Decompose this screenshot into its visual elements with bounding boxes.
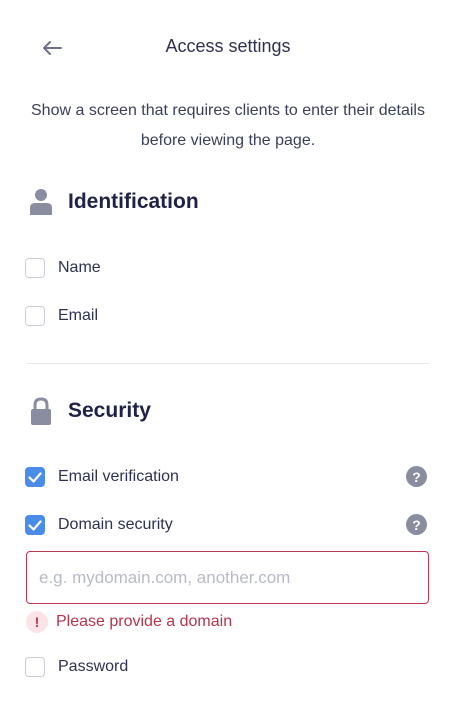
checkmark-icon — [28, 519, 42, 531]
question-circle-icon[interactable]: ? — [406, 514, 427, 535]
email-verification-label: Email verification — [58, 468, 179, 485]
security-title: Security — [68, 399, 151, 422]
description-text: Show a screen that requires clients to e… — [31, 102, 425, 149]
email-label: Email — [58, 307, 99, 324]
domain-security-option[interactable]: Domain security — [25, 512, 173, 538]
email-option[interactable]: Email — [25, 303, 98, 329]
identification-header: Identification — [28, 186, 199, 218]
error-message: Please provide a domain — [56, 613, 233, 630]
identification-title: Identification — [68, 190, 199, 213]
domain-security-label: Domain security — [58, 516, 173, 533]
security-header: Security — [28, 395, 151, 427]
name-checkbox[interactable] — [25, 258, 45, 278]
exclamation-icon: ! — [26, 611, 48, 633]
name-label: Name — [58, 259, 101, 276]
section-divider — [27, 363, 429, 364]
password-label: Password — [58, 658, 129, 675]
header: Access settings — [0, 0, 456, 96]
checkmark-icon — [28, 471, 42, 483]
domain-security-checkbox[interactable] — [25, 515, 45, 535]
domain-error: ! Please provide a domain — [26, 610, 232, 634]
password-option[interactable]: Password — [25, 654, 128, 680]
user-icon — [28, 187, 54, 217]
page-title: Access settings — [165, 36, 291, 56]
lock-icon — [28, 396, 54, 426]
password-checkbox[interactable] — [25, 657, 45, 677]
name-option[interactable]: Name — [25, 255, 101, 281]
email-verification-checkbox[interactable] — [25, 467, 45, 487]
email-verification-option[interactable]: Email verification — [25, 464, 179, 490]
domain-input[interactable] — [26, 551, 429, 604]
email-checkbox[interactable] — [25, 306, 45, 326]
question-circle-icon[interactable]: ? — [406, 466, 427, 487]
